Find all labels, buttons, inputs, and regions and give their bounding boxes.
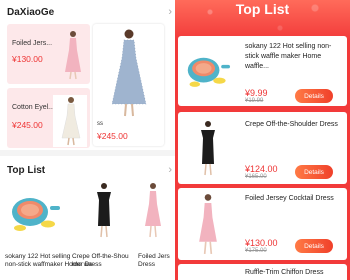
- product-name: Cotton Eyel...: [12, 104, 55, 111]
- details-button[interactable]: Details: [295, 89, 333, 103]
- top-list-item-foiled-dress[interactable]: Foiled Jers Dress: [138, 182, 175, 269]
- product-card-foiled-dress[interactable]: Foiled Jersey Cocktail Dress ¥130.00 ¥17…: [178, 188, 347, 260]
- product-name: Ruffle-Trim Chiffon Dress: [245, 269, 324, 276]
- right-screen: Top List sokany 122 Hot selling non-stic…: [175, 0, 350, 280]
- product-price: ¥245.00: [97, 131, 128, 141]
- pink-dress-image: [145, 183, 161, 238]
- product-card-ruffle-dress[interactable]: Ruffle-Trim Chiffon Dress: [178, 264, 347, 280]
- top-list-item-waffle-maker[interactable]: sokany 122 Hot selling non-stick waffmak…: [5, 182, 92, 269]
- chevron-right-icon[interactable]: ›: [168, 164, 172, 176]
- product-name: Crepe Off-the-Shoulder Dress: [245, 121, 338, 128]
- product-card-waffle-maker[interactable]: sokany 122 Hot selling non-stick waffle …: [178, 36, 347, 106]
- black-dress-image: [97, 183, 111, 238]
- product-name: sokany 122 Hot selling non-stick waffmak…: [5, 253, 92, 268]
- product-card-featured[interactable]: ss ¥245.00: [93, 24, 164, 146]
- black-dress-image: [201, 121, 215, 176]
- pink-dress-image: [199, 194, 217, 254]
- product-card-crepe-dress[interactable]: Crepe Off-the-Shoulder Dress ¥124.00 ¥16…: [178, 112, 347, 184]
- product-name: sokany 122 Hot selling non-stick waffle …: [245, 43, 332, 70]
- product-card-foiled-jersey[interactable]: Foiled Jers... ¥130.00: [7, 24, 90, 84]
- details-button[interactable]: Details: [295, 239, 333, 253]
- top-list-title: Top List: [7, 164, 46, 176]
- original-price: ¥19.99: [245, 98, 264, 104]
- page-title: Top List: [235, 1, 290, 17]
- white-dress-image: [61, 97, 81, 146]
- details-button[interactable]: Details: [295, 165, 333, 179]
- pink-dress-image: [65, 31, 81, 80]
- product-card-cotton-eyelet[interactable]: Cotton Eyel... ¥245.00: [7, 88, 90, 148]
- waffle-maker-image: [12, 198, 60, 231]
- product-price: ¥9.99: [245, 88, 268, 98]
- store-section-header[interactable]: DaXiaoGe ›: [7, 2, 172, 22]
- product-name: Foiled Jers...: [12, 40, 53, 47]
- product-name: ss: [97, 121, 103, 127]
- top-list-header[interactable]: Top List ›: [7, 160, 172, 180]
- chevron-right-icon[interactable]: ›: [168, 6, 172, 18]
- product-name: Crepe Off-the-Shou lder Dress: [72, 253, 129, 268]
- product-price: ¥245.00: [12, 120, 43, 130]
- product-name: Foiled Jersey Cocktail Dress: [245, 195, 334, 202]
- original-price: ¥165.00: [245, 174, 267, 180]
- product-price: ¥124.00: [245, 164, 278, 174]
- product-price: ¥130.00: [12, 54, 43, 64]
- section-divider: [0, 150, 175, 156]
- blue-dress-image: [111, 29, 147, 117]
- top-list-item-crepe-dress[interactable]: Crepe Off-the-Shou lder Dress: [72, 182, 136, 269]
- product-name: Foiled Jers Dress: [138, 253, 170, 268]
- store-section-title: DaXiaoGe: [7, 6, 55, 18]
- product-price: ¥130.00: [245, 238, 278, 248]
- waffle-maker-image: [187, 57, 230, 87]
- left-screen: DaXiaoGe › Foiled Jers... ¥130.00 Cotton…: [0, 0, 175, 280]
- original-price: ¥175.00: [245, 248, 267, 254]
